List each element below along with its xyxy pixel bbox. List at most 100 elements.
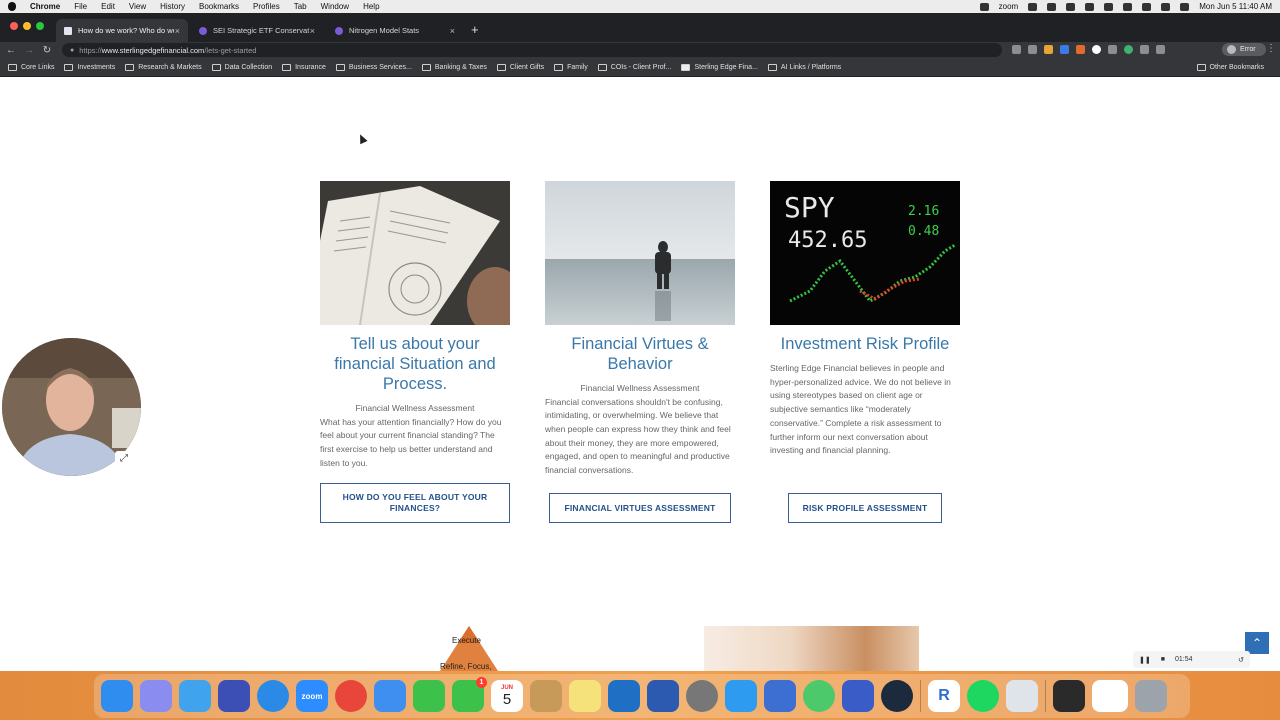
bookmark-folder-core-links[interactable]: Core Links [8, 63, 55, 71]
forward-arrow-icon[interactable]: → [22, 45, 36, 56]
bookmark-folder-business-services[interactable]: Business Services... [335, 63, 412, 71]
bookmark-folder-cois[interactable]: COIs - Client Prof... [597, 63, 671, 71]
bookmark-folder-research-markets[interactable]: Research & Markets [125, 63, 202, 71]
tab-close-icon[interactable]: × [310, 26, 315, 36]
bookmark-folder-ai-links[interactable]: AI Links / Platforms [767, 63, 841, 71]
app-icon[interactable] [1006, 680, 1038, 712]
card-title: Financial Virtues & Behavior [571, 335, 709, 373]
virtues-assessment-button[interactable]: FINANCIAL VIRTUES ASSESSMENT [549, 493, 731, 523]
apple-icon[interactable] [8, 2, 16, 11]
new-tab-button[interactable]: + [471, 22, 479, 37]
card-investment-risk: SPY 452.65 2.16 0.48 Investment Risk Pro… [770, 181, 960, 523]
tab-nitrogen-model-stats[interactable]: Nitrogen Model Stats × [327, 19, 463, 42]
contacts-icon[interactable] [530, 680, 562, 712]
reload-icon[interactable]: ↻ [40, 45, 54, 56]
menu-help[interactable]: Help [363, 2, 379, 11]
launchpad-icon[interactable] [140, 680, 172, 712]
minimized-window-thumbnail[interactable] [1053, 680, 1085, 712]
menu-app-chrome[interactable]: Chrome [30, 2, 60, 11]
tray-app-icon[interactable] [1028, 2, 1038, 11]
trash-icon[interactable] [1135, 680, 1167, 712]
extension-icon[interactable] [1060, 45, 1069, 54]
menu-edit[interactable]: Edit [101, 2, 115, 11]
bookmark-folder-banking-taxes[interactable]: Banking & Taxes [421, 63, 487, 71]
menu-view[interactable]: View [129, 2, 146, 11]
safari-icon[interactable] [257, 680, 289, 712]
wifi-icon[interactable] [1123, 2, 1133, 11]
share-icon[interactable] [1012, 45, 1021, 54]
back-arrow-icon[interactable]: ← [4, 45, 18, 56]
restart-icon[interactable]: ↺ [1238, 656, 1244, 664]
bookmark-star-icon[interactable] [1028, 45, 1037, 54]
spotlight-search-icon[interactable] [1142, 2, 1152, 11]
ticker-change: 2.16 [908, 204, 939, 219]
minimize-window-button[interactable] [23, 22, 31, 30]
bookmark-folder-insurance[interactable]: Insurance [282, 63, 326, 71]
outlook-icon[interactable] [608, 680, 640, 712]
side-panel-icon[interactable] [1156, 45, 1165, 54]
menu-file[interactable]: File [74, 2, 87, 11]
expand-icon[interactable]: ⤢ [115, 451, 133, 467]
menu-window[interactable]: Window [321, 2, 349, 11]
battery-icon[interactable] [1085, 2, 1095, 11]
bookmark-sterling-edge[interactable]: Sterling Edge Fina... [681, 63, 758, 71]
minimized-window-thumbnail[interactable] [1092, 680, 1128, 712]
pause-icon[interactable]: ❚❚ [1139, 656, 1151, 664]
app-icon[interactable] [218, 680, 250, 712]
calendar-icon[interactable]: JUN 5 [491, 680, 523, 712]
menu-bookmarks[interactable]: Bookmarks [199, 2, 239, 11]
chrome-menu-icon[interactable]: ⋮ [1266, 43, 1276, 54]
menu-history[interactable]: History [160, 2, 185, 11]
word-icon[interactable] [647, 680, 679, 712]
bookmark-folder-data-collection[interactable]: Data Collection [211, 63, 272, 71]
app-icon[interactable]: R [928, 680, 960, 712]
menu-bar-clock[interactable]: Mon Jun 5 11:40 AM [1199, 2, 1272, 11]
close-window-button[interactable] [10, 22, 18, 30]
steam-icon[interactable] [881, 680, 913, 712]
finances-feel-button[interactable]: HOW DO YOU FEEL ABOUT YOUR FINANCES? [320, 483, 510, 523]
notes-icon[interactable] [569, 680, 601, 712]
messages-icon[interactable] [413, 680, 445, 712]
menu-tab[interactable]: Tab [294, 2, 307, 11]
tab-how-do-we-work[interactable]: How do we work? Who do we × [56, 19, 188, 42]
menu-profiles[interactable]: Profiles [253, 2, 280, 11]
bookmark-folder-other[interactable]: Other Bookmarks [1196, 63, 1264, 71]
puzzle-extensions-icon[interactable] [1140, 45, 1149, 54]
app-store-icon[interactable] [725, 680, 757, 712]
siri-icon[interactable] [1180, 2, 1190, 11]
bookmark-folder-investments[interactable]: Investments [64, 63, 115, 71]
record-status-icon[interactable] [979, 2, 989, 11]
system-settings-icon[interactable] [686, 680, 718, 712]
bookmark-folder-client-gifts[interactable]: Client Gifts [496, 63, 544, 71]
tab-close-icon[interactable]: × [450, 26, 455, 36]
finder-icon[interactable] [101, 680, 133, 712]
cloud-icon[interactable] [1066, 2, 1076, 11]
control-center-icon[interactable] [1161, 2, 1171, 11]
spotify-icon[interactable] [967, 680, 999, 712]
profile-button[interactable]: Error [1222, 43, 1266, 56]
app-icon[interactable] [803, 680, 835, 712]
extension-icon[interactable] [1108, 45, 1117, 54]
app-icon[interactable] [764, 680, 796, 712]
risk-profile-button[interactable]: RISK PROFILE ASSESSMENT [788, 493, 942, 523]
bookmark-folder-family[interactable]: Family [554, 63, 588, 71]
tab-close-icon[interactable]: × [175, 26, 180, 36]
zoom-tray-label[interactable]: zoom [999, 2, 1019, 11]
facetime-icon[interactable]: 1 [452, 677, 487, 712]
chrome-icon[interactable] [335, 680, 367, 712]
app-icon[interactable] [842, 680, 874, 712]
onedrive-icon[interactable] [179, 680, 211, 712]
extension-icon[interactable] [1076, 45, 1085, 54]
mail-icon[interactable] [374, 680, 406, 712]
extension-icon[interactable] [1124, 45, 1133, 54]
bookmark-label: Core Links [21, 63, 55, 71]
tab-sei-strategic-etf[interactable]: SEI Strategic ETF Conservative × [191, 19, 323, 42]
extension-icon[interactable] [1092, 45, 1101, 54]
zoom-app-icon[interactable]: zoom [296, 680, 328, 712]
extension-icon[interactable] [1044, 45, 1053, 54]
camera-icon[interactable] [1047, 2, 1057, 11]
bluetooth-icon[interactable] [1104, 2, 1114, 11]
zoom-window-button[interactable] [36, 22, 44, 30]
address-bar[interactable]: ● https:// www.sterlingedgefinancial.com… [62, 43, 1002, 57]
stop-icon[interactable]: ■ [1161, 656, 1165, 663]
